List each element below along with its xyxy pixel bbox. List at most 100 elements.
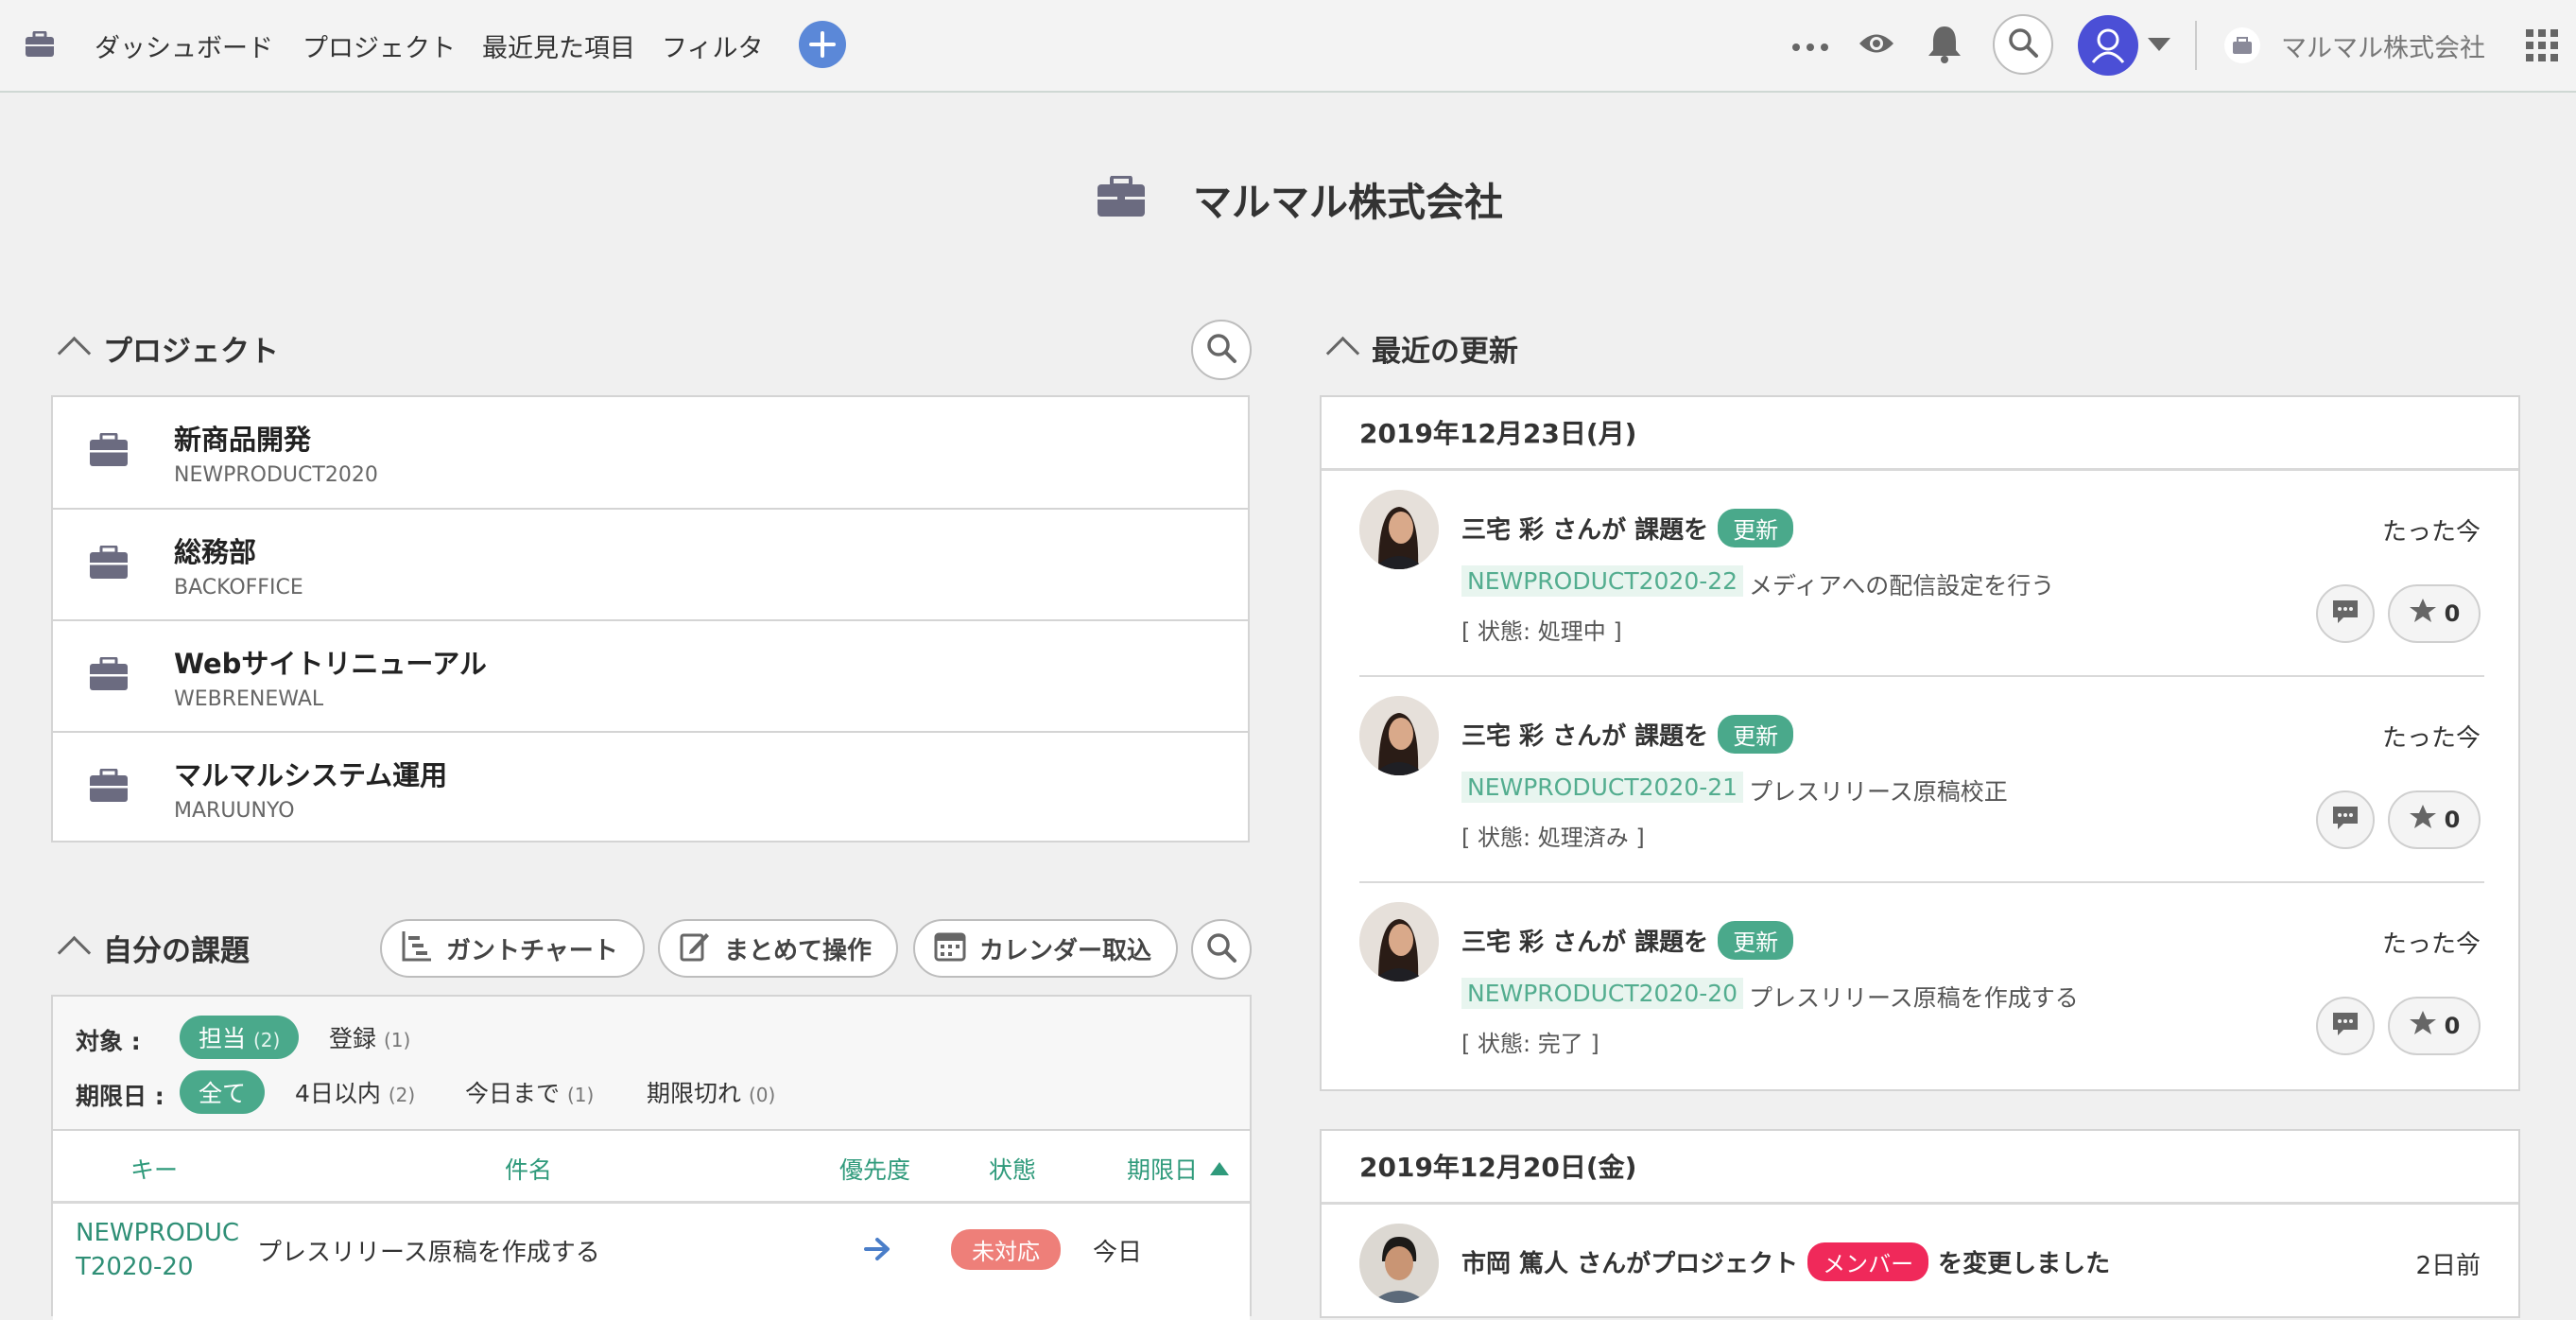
edit-icon — [679, 929, 724, 968]
projects-section-header[interactable]: プロジェクト — [57, 327, 279, 371]
nav-filter[interactable]: フィルタ — [662, 0, 763, 91]
issue-search-button[interactable] — [1191, 919, 1252, 980]
update-date-header: 2019年12月23日(月) — [1322, 397, 2518, 471]
column-due[interactable]: 期限日 — [1127, 1152, 1198, 1186]
bulk-operation-button[interactable]: まとめて操作 — [658, 919, 898, 978]
calendar-import-button[interactable]: カレンダー取込 — [913, 919, 1178, 978]
project-item[interactable]: マルマルシステム運用 MARUUNYO — [53, 731, 1248, 842]
column-subject[interactable]: 件名 — [505, 1152, 552, 1186]
nav-dashboard-label: ダッシュボード — [95, 33, 273, 63]
update-time: たった今 — [2381, 930, 2481, 959]
project-item[interactable]: Webサイトリニューアル WEBRENEWAL — [53, 619, 1248, 730]
star-button[interactable]: 0 — [2388, 997, 2481, 1055]
project-name: マルマルシステム運用 — [174, 759, 448, 791]
star-count: 0 — [2444, 600, 2461, 627]
bulk-operation-label: まとめて操作 — [724, 936, 873, 965]
nav-recent[interactable]: 最近見た項目 — [482, 0, 635, 91]
update-summary: 三宅 彩 さんが 課題を 更新 — [1461, 509, 1794, 547]
issue-title-link[interactable]: プレスリリース原稿を作成する — [1749, 980, 2079, 1014]
star-button[interactable]: 0 — [2388, 584, 2481, 643]
filter-chip-within-4days[interactable]: 4日以内 (2) — [295, 1075, 415, 1109]
issue-table: キー 件名 優先度 状態 期限日 NEWPRODUC T2020-20 プレスリリ… — [53, 1129, 1250, 1320]
column-status[interactable]: 状態 — [989, 1152, 1036, 1186]
issue-due-date: 今日 — [1093, 1239, 1143, 1267]
filter-chip-registered[interactable]: 登録 (1) — [329, 1020, 410, 1054]
user-avatar-button[interactable] — [2078, 15, 2138, 76]
column-key[interactable]: キー — [130, 1152, 178, 1186]
chip-count: (0) — [748, 1084, 776, 1106]
projects-heading: プロジェクト — [103, 335, 279, 369]
calendar-icon — [934, 929, 979, 968]
more-icon[interactable] — [1791, 38, 1829, 56]
target-filter-label: 対象 : — [76, 1028, 141, 1055]
update-action-text: を変更しました — [1938, 1250, 2111, 1278]
star-count: 0 — [2444, 807, 2461, 833]
user-name-link[interactable]: 市岡 篤人 — [1461, 1244, 1568, 1279]
space-name[interactable]: マルマル株式会社 — [2281, 0, 2485, 91]
my-issues-section-header[interactable]: 自分の課題 — [57, 927, 250, 970]
nav-recent-label: 最近見た項目 — [482, 33, 635, 63]
issue-key-link[interactable]: NEWPRODUCT2020-22 — [1461, 565, 1744, 597]
recent-updates-section-header[interactable]: 最近の更新 — [1325, 327, 1518, 371]
update-type-badge: 更新 — [1718, 921, 1794, 960]
star-icon — [2409, 1009, 2445, 1043]
project-item[interactable]: 総務部 BACKOFFICE — [53, 508, 1248, 618]
gantt-chart-button[interactable]: ガントチャート — [380, 919, 645, 978]
recent-updates-heading: 最近の更新 — [1372, 335, 1518, 369]
divider — [2195, 21, 2197, 70]
update-item: 三宅 彩 さんが 課題を 更新 たった今 NEWPRODUCT2020-20 プ… — [1322, 883, 2518, 1089]
briefcase-icon — [89, 545, 129, 583]
filter-chip-all[interactable]: 全て — [180, 1070, 266, 1114]
space-name-label: マルマル株式会社 — [2281, 33, 2485, 63]
user-name-link[interactable]: 三宅 彩 — [1461, 717, 1544, 752]
issue-key-link[interactable]: NEWPRODUCT2020-20 — [1461, 978, 1744, 1009]
issue-key-part: NEWPRODUC — [76, 1219, 239, 1247]
filter-chip-assigned[interactable]: 担当 (2) — [180, 1016, 300, 1059]
chevron-down-icon[interactable] — [2148, 38, 2170, 57]
update-action-text: さんが 課題を — [1552, 929, 1709, 957]
nav-projects[interactable]: プロジェクト — [303, 0, 456, 91]
issue-key-link[interactable]: NEWPRODUCT2020-20 — [76, 1216, 239, 1284]
column-priority[interactable]: 優先度 — [839, 1152, 910, 1186]
avatar[interactable] — [1359, 490, 1439, 569]
filter-chip-today[interactable]: 今日まで (1) — [465, 1075, 594, 1109]
update-type-badge: 更新 — [1718, 509, 1794, 547]
avatar[interactable] — [1359, 1224, 1439, 1303]
star-button[interactable]: 0 — [2388, 790, 2481, 849]
issue-subject[interactable]: プレスリリース原稿を作成する — [257, 1233, 600, 1268]
star-count: 0 — [2444, 1013, 2461, 1039]
user-name-link[interactable]: 三宅 彩 — [1461, 511, 1544, 546]
chip-label: 4日以内 — [295, 1080, 381, 1107]
chip-label: 担当 — [199, 1025, 247, 1052]
project-search-button[interactable] — [1191, 320, 1252, 380]
avatar[interactable] — [1359, 902, 1439, 981]
nav-dashboard[interactable]: ダッシュボード — [95, 0, 273, 91]
briefcase-icon[interactable] — [25, 30, 55, 61]
comment-button[interactable] — [2316, 790, 2375, 849]
filter-chip-overdue[interactable]: 期限切れ (0) — [647, 1075, 775, 1109]
page-briefcase-icon — [1097, 175, 1146, 221]
global-search-button[interactable] — [1993, 14, 2053, 75]
avatar[interactable] — [1359, 696, 1439, 775]
plus-icon[interactable] — [799, 21, 846, 68]
table-row[interactable]: NEWPRODUC T2020-20 プレスリリース原稿を作成する 未対応 今日 — [53, 1203, 1250, 1297]
page-title: マルマル株式会社 — [1193, 180, 1503, 225]
comment-button[interactable] — [2316, 584, 2375, 643]
update-time: たった今 — [2381, 518, 2481, 547]
bell-icon[interactable] — [1927, 24, 1962, 67]
nav-filter-label: フィルタ — [662, 33, 764, 63]
my-issues-heading: 自分の課題 — [103, 934, 250, 968]
updates-day-panel: 2019年12月23日(月) 三宅 彩 さんが 課題を 更新 たった今 NEWP… — [1320, 395, 2520, 1091]
apps-grid-icon[interactable] — [2526, 29, 2558, 65]
issue-title-link[interactable]: メディアへの配信設定を行う — [1749, 567, 2054, 601]
update-date-header: 2019年12月20日(金) — [1322, 1131, 2518, 1205]
update-item: 市岡 篤人 さんがプロジェクト メンバー を変更しました 2日前 — [1322, 1205, 2518, 1318]
eye-icon[interactable] — [1858, 27, 1895, 63]
comment-button[interactable] — [2316, 997, 2375, 1055]
issue-title-link[interactable]: プレスリリース原稿校正 — [1749, 773, 2008, 808]
comment-icon — [2330, 804, 2360, 836]
user-name-link[interactable]: 三宅 彩 — [1461, 923, 1544, 958]
calendar-import-label: カレンダー取込 — [979, 936, 1152, 965]
project-item[interactable]: 新商品開発 NEWPRODUCT2020 — [53, 397, 1248, 508]
issue-key-link[interactable]: NEWPRODUCT2020-21 — [1461, 772, 1744, 803]
